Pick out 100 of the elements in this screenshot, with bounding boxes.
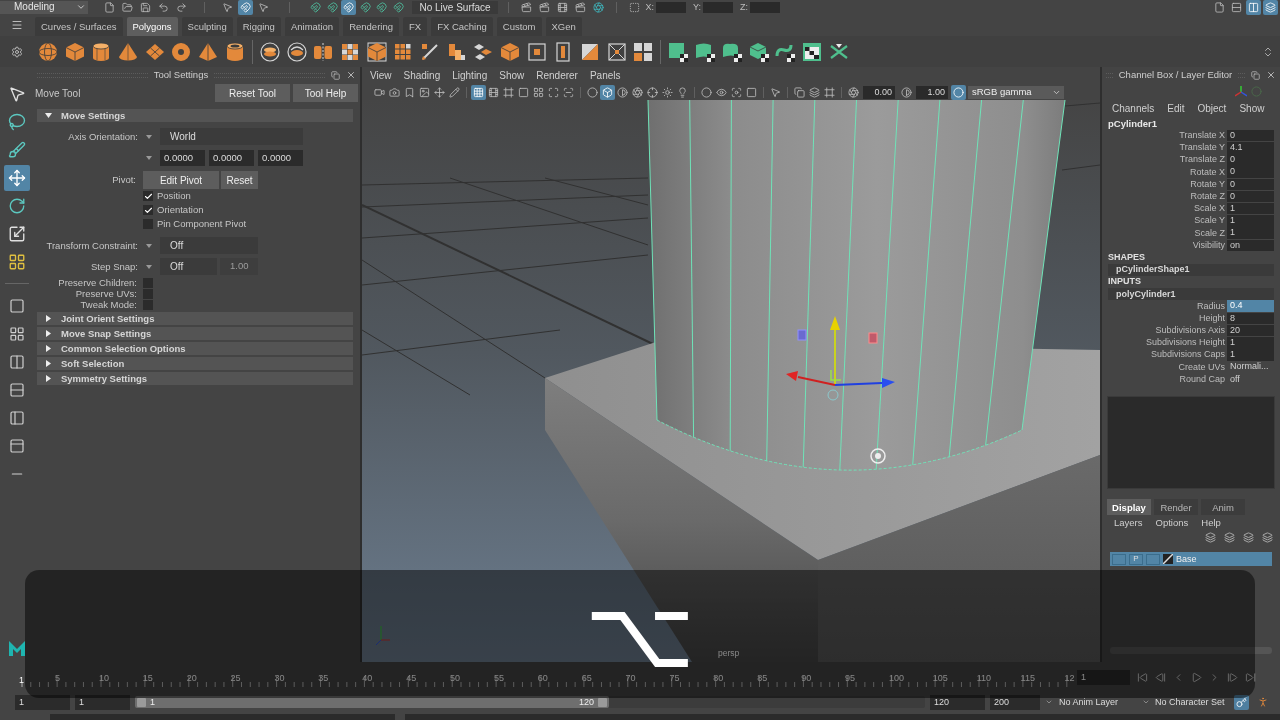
clapperboard-icon[interactable] <box>518 0 534 15</box>
dropdown-field[interactable]: Off <box>160 258 217 275</box>
attribute-value[interactable]: 0 <box>1227 178 1274 191</box>
split-square-icon[interactable] <box>580 41 601 62</box>
caret-down-icon[interactable] <box>146 156 152 160</box>
cylinder-icon[interactable] <box>91 41 112 62</box>
torus-icon[interactable] <box>171 41 192 62</box>
range-bar[interactable] <box>135 696 609 708</box>
redo-icon[interactable] <box>174 0 189 15</box>
caret-down-icon[interactable] <box>146 264 152 269</box>
command-input[interactable] <box>50 714 395 720</box>
coordinate-input[interactable] <box>750 1 781 13</box>
menu-item[interactable]: Shading <box>403 70 441 81</box>
copy-icon[interactable] <box>792 84 807 100</box>
menu-item[interactable]: Show <box>499 70 525 81</box>
aperture-icon[interactable] <box>846 84 861 100</box>
circle-icon[interactable] <box>699 84 714 100</box>
shelf-tab[interactable]: Curves / Surfaces <box>35 17 123 36</box>
section-header[interactable]: Joint Orient Settings <box>37 312 353 325</box>
sun-icon[interactable] <box>660 84 675 100</box>
aperture-icon[interactable] <box>630 84 645 100</box>
cube-icon[interactable] <box>64 41 85 62</box>
menu-item[interactable]: Edit <box>1167 103 1185 114</box>
gamma-field[interactable]: 1.00 <box>916 85 948 99</box>
shelf-tab[interactable]: XGen <box>545 17 582 36</box>
copy-icon[interactable] <box>1251 70 1260 80</box>
attribute-value[interactable]: 0 <box>1227 129 1274 142</box>
range-handle[interactable] <box>598 697 607 707</box>
cross-arrows-icon[interactable] <box>828 41 849 62</box>
pencil-icon[interactable] <box>447 84 462 100</box>
layers-icon[interactable] <box>1241 530 1255 545</box>
section-header[interactable]: Move Snap Settings <box>37 327 353 340</box>
layer-tab[interactable]: Render <box>1154 499 1198 516</box>
floating-tiles-icon[interactable] <box>473 41 494 62</box>
menu-item[interactable]: Lighting <box>452 70 488 81</box>
aperture-icon[interactable] <box>590 0 606 15</box>
number-field[interactable]: 0.0000 <box>209 150 254 166</box>
attribute-value[interactable]: 1 <box>1227 202 1274 215</box>
magnet-icon[interactable] <box>390 0 406 15</box>
range-handle[interactable] <box>137 697 146 707</box>
color-space-dropdown[interactable]: sRGB gamma <box>968 85 1064 99</box>
attribute-value[interactable]: on <box>1227 239 1274 252</box>
attribute-value[interactable]: 1 <box>1227 337 1274 349</box>
contrast-icon[interactable] <box>899 84 914 100</box>
contrast-icon[interactable] <box>615 84 630 100</box>
attribute-value[interactable]: off <box>1227 373 1274 386</box>
layers-icon[interactable] <box>1203 530 1217 545</box>
shelf-tab[interactable]: Sculpting <box>181 17 233 36</box>
grip-handle[interactable] <box>1106 72 1113 78</box>
checker-square-icon[interactable] <box>668 41 689 62</box>
plane-icon[interactable] <box>144 41 165 62</box>
checkbox[interactable] <box>143 277 153 288</box>
checker-curve-icon[interactable] <box>695 41 716 62</box>
attribute-value[interactable]: 0 <box>1227 190 1274 203</box>
current-frame-field[interactable]: 1 <box>1077 669 1130 685</box>
close-icon[interactable] <box>1266 70 1276 80</box>
pivot-button[interactable]: Edit Pivot <box>143 171 219 189</box>
split-blocks-icon[interactable] <box>313 41 334 62</box>
layers-icon[interactable] <box>807 84 822 100</box>
attribute-value[interactable]: 1 <box>1227 349 1274 361</box>
menu-item[interactable]: Panels <box>589 70 621 81</box>
menu-icon[interactable] <box>10 19 23 31</box>
section-header[interactable]: Symmetry Settings <box>37 372 353 385</box>
key-icon[interactable] <box>1234 694 1249 710</box>
menu-item[interactable]: Show <box>1239 103 1265 114</box>
magnet-icon[interactable] <box>357 0 373 15</box>
section-header[interactable]: Soft Selection <box>37 357 353 370</box>
pen-icon[interactable] <box>419 41 440 62</box>
clapperboard-icon[interactable] <box>572 0 588 15</box>
section-header[interactable]: Move Settings <box>37 109 353 122</box>
ring-disc-icon[interactable] <box>286 41 307 62</box>
slash-swatch-icon[interactable] <box>1163 554 1173 565</box>
grid-icon[interactable] <box>471 84 486 100</box>
end-time-field[interactable]: 200 <box>990 694 1040 710</box>
layers-icon[interactable] <box>1260 530 1274 545</box>
layers-icon[interactable] <box>1263 0 1278 15</box>
menu-item[interactable]: Channels <box>1112 103 1155 114</box>
tool-button[interactable]: Reset Tool <box>215 84 290 102</box>
caret-down-icon[interactable] <box>146 243 152 248</box>
checker-grid-icon[interactable] <box>339 41 360 62</box>
range-slider-track[interactable]: 1 120 <box>135 696 925 708</box>
shelf-tab[interactable]: Custom <box>496 17 542 36</box>
checkbox[interactable] <box>143 299 153 310</box>
move-icon[interactable] <box>432 84 447 100</box>
pointer-icon[interactable] <box>220 0 235 15</box>
checkbox[interactable] <box>143 191 153 201</box>
pipe-icon[interactable] <box>224 41 245 62</box>
magnet-icon[interactable] <box>374 0 389 15</box>
settings-icon[interactable] <box>10 45 23 58</box>
shelf-tab[interactable]: Rendering <box>343 17 399 36</box>
tile-grid-icon[interactable] <box>393 41 414 62</box>
square-frame-icon[interactable] <box>526 41 547 62</box>
number-field[interactable]: 0.0000 <box>258 150 303 166</box>
attribute-value[interactable]: 8 <box>1227 312 1274 325</box>
checker-window-icon[interactable] <box>801 41 822 62</box>
columns-icon[interactable] <box>1246 0 1261 15</box>
attribute-value[interactable]: 1 <box>1227 227 1274 239</box>
menu-item[interactable]: Layers <box>1114 518 1143 528</box>
shelf-tab[interactable]: Polygons <box>126 17 178 36</box>
exposure-field[interactable]: 0.00 <box>863 85 895 99</box>
